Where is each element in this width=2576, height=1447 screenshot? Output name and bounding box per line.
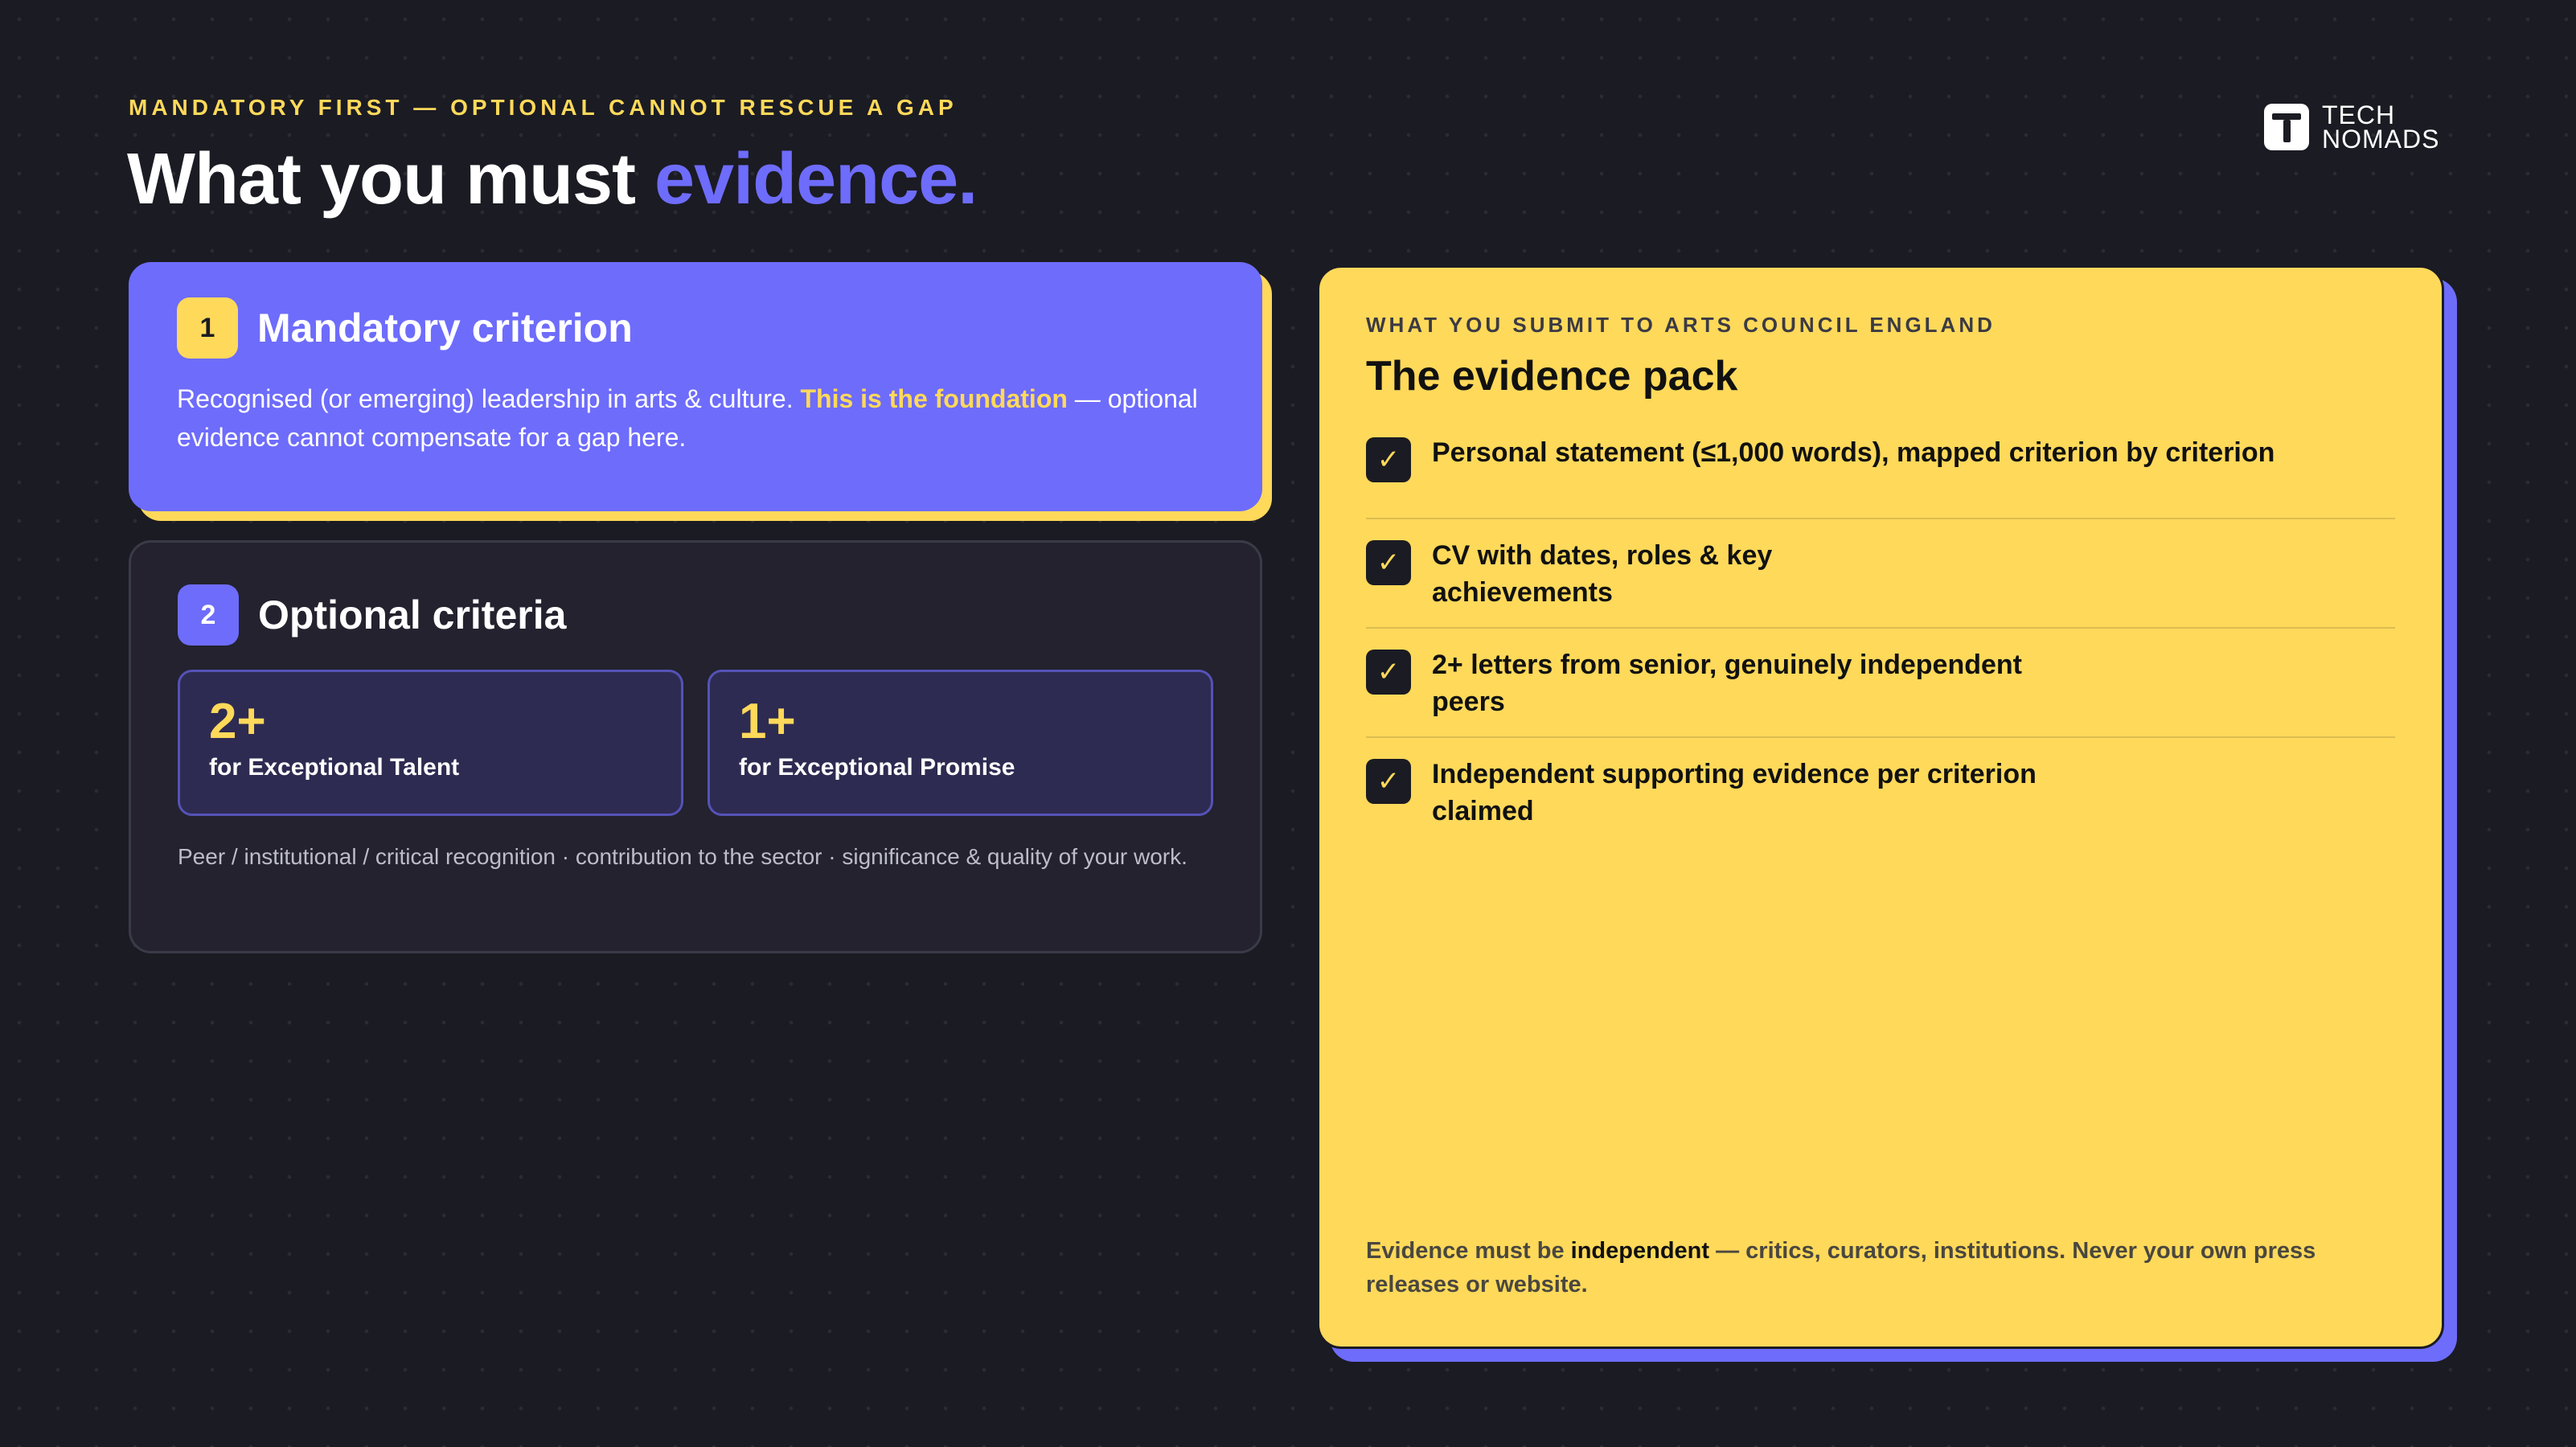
- body-highlight: This is the foundation: [800, 384, 1068, 413]
- checklist-item: ✓ Independent supporting evidence per cr…: [1366, 738, 2395, 846]
- checkmark-icon: ✓: [1366, 437, 1411, 482]
- optional-criteria-footer: Peer / institutional / critical recognit…: [178, 844, 1188, 869]
- checklist-item: ✓ Personal statement (≤1,000 words), map…: [1366, 424, 2395, 519]
- evidence-pack-eyebrow: WHAT YOU SUBMIT TO ARTS COUNCIL ENGLAND: [1366, 313, 1996, 337]
- slide-title: What you must evidence.: [127, 135, 978, 223]
- threshold-label: for Exceptional Promise: [739, 754, 1015, 781]
- threshold-box-talent: 2+ for Exceptional Talent: [178, 670, 683, 816]
- footer-emphasis: independent: [1570, 1238, 1710, 1264]
- checkmark-icon: ✓: [1366, 759, 1411, 804]
- checkmark-icon: ✓: [1366, 540, 1411, 585]
- checklist-item-text: CV with dates, roles & key achievements: [1432, 540, 1773, 608]
- mandatory-card-body: Recognised (or emerging) leadership in a…: [177, 379, 1214, 457]
- evidence-checklist: ✓ Personal statement (≤1,000 words), map…: [1366, 424, 2395, 846]
- mandatory-card-header: 1 Mandatory criterion: [177, 297, 1214, 359]
- tech-nomads-logo-icon: [2264, 104, 2309, 150]
- evidence-pack-title: The evidence pack: [1366, 353, 1738, 400]
- threshold-value: 2+: [209, 694, 266, 749]
- logo-line-2: NOMADS: [2322, 125, 2440, 154]
- number-badge: 2: [178, 584, 239, 646]
- evidence-pack-card: WHAT YOU SUBMIT TO ARTS COUNCIL ENGLAND …: [1317, 265, 2444, 1349]
- checklist-item-text: Personal statement (≤1,000 words), mappe…: [1432, 437, 2275, 468]
- checklist-item: ✓ CV with dates, roles & key achievement…: [1366, 519, 2395, 629]
- logo-line-1: TECH: [2322, 100, 2396, 129]
- body-text: Recognised (or emerging) leadership in a…: [177, 384, 801, 413]
- evidence-pack-footer: Evidence must be independent — critics, …: [1366, 1234, 2353, 1301]
- number-badge: 1: [177, 297, 238, 359]
- threshold-value: 1+: [739, 694, 796, 749]
- footer-text: Evidence must be: [1366, 1238, 1571, 1264]
- title-main: What you must: [127, 139, 654, 219]
- tech-nomads-logo: TECH NOMADS: [2264, 100, 2440, 154]
- slide-eyebrow: MANDATORY FIRST — OPTIONAL CANNOT RESCUE…: [129, 95, 958, 120]
- threshold-label: for Exceptional Talent: [209, 754, 460, 781]
- mandatory-card-title: Mandatory criterion: [257, 305, 633, 350]
- checklist-item-text: Independent supporting evidence per crit…: [1432, 759, 2037, 826]
- threshold-box-promise: 1+ for Exceptional Promise: [708, 670, 1213, 816]
- checklist-item-text: 2+ letters from senior, genuinely indepe…: [1432, 650, 2023, 717]
- checklist-item: ✓ 2+ letters from senior, genuinely inde…: [1366, 629, 2395, 738]
- optional-thresholds: 2+ for Exceptional Talent 1+ for Excepti…: [178, 670, 1213, 816]
- optional-card-title: Optional criteria: [258, 592, 567, 637]
- mandatory-criterion-card: 1 Mandatory criterion Recognised (or eme…: [129, 262, 1262, 511]
- optional-criteria-card: 2 Optional criteria 2+ for Exceptional T…: [129, 540, 1262, 953]
- optional-card-header: 2 Optional criteria: [178, 584, 1213, 646]
- title-accent: evidence.: [654, 139, 978, 219]
- checkmark-icon: ✓: [1366, 650, 1411, 695]
- logo-wordmark: TECH NOMADS: [2322, 100, 2440, 154]
